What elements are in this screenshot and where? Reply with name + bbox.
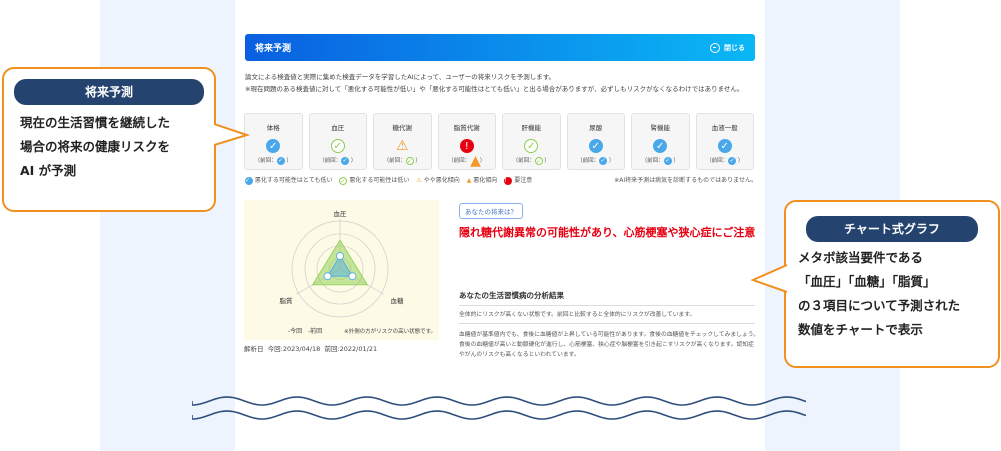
legend-item: -前回 [308,327,322,335]
card-previous: （前回：✓ ） [641,156,679,165]
intro-text: 論文による検査値と実際に集めた検査データを学習したAIによって、ユーザーの将来リ… [245,71,760,95]
check-circle-blue-icon: ✓ [717,139,732,153]
minus-circle-icon [710,42,720,53]
risk-card[interactable]: 肝機能 ✓ （前回：✓ ） [502,113,561,170]
future-bubble: あなたの将来は？ [459,203,523,219]
intro-note: ※現在問題のある検査値に対して「悪化する可能性が低い」や「悪化する可能性はとても… [245,85,744,93]
card-previous: （前回：✓ ） [577,156,615,165]
axis-label: 血糖 [391,296,405,305]
check-circle-blue-icon: ✓ [588,139,603,153]
check-circle-blue-icon: ✓ [599,156,608,165]
axis-label: 血圧 [334,209,348,218]
warning-outline-icon: ⚠ [395,138,409,154]
card-previous: （前回：✓ ） [319,156,357,165]
check-circle-green-icon: ✓ [330,139,345,153]
warning-outline-icon: ⚠ [416,177,422,185]
callout-right-pointer [750,264,788,293]
check-circle-green-icon: ✓ [339,176,348,185]
data-point [348,272,357,281]
status-legend: ✓ 悪化する可能性はとても低い ✓ 悪化する可能性は低い ⚠ やや悪化傾向 ▲ … [245,176,757,185]
card-previous: （前回：✓ ） [383,156,421,165]
card-previous: （前回：✓ ） [706,156,744,165]
close-button[interactable]: 閉じる [710,42,745,53]
check-circle-blue-icon: ✓ [266,139,281,153]
risk-cards: 体格 ✓ （前回：✓ ）血圧 ✓ （前回：✓ ）糖代謝 ⚠ （前回：✓ ）脂質代謝! （前回：… [244,113,754,170]
check-circle-blue-icon: ✓ [663,156,672,165]
analysis-detail: 血糖値が基準値内でも、食後に血糖値が上昇している可能性があります。食後の血糖値を… [459,332,759,358]
analysis-title: あなたの生活習慣病の分析結果 [459,290,755,306]
card-label: 血圧 [331,124,345,132]
exclamation-icon: ! [459,139,474,153]
callout-left: 将来予測 現在の生活習慣を継続した 場合の将来の健康リスクを AI が予測 [2,67,216,212]
warning-filled-icon: ▲ [466,177,472,185]
check-circle-green-icon: ✓ [405,156,414,165]
check-circle-blue-icon: ✓ [276,156,285,165]
card-previous: （前回：▲ ） [448,152,486,169]
risk-card[interactable]: 脂質代謝! （前回：▲ ） [437,113,496,170]
risk-card[interactable]: 血圧 ✓ （前回：✓ ） [308,113,367,170]
card-label: 脂質代謝 [453,124,480,132]
risk-card[interactable]: 血液一般 ✓ （前回：✓ ） [695,113,754,170]
axis-label: 脂質 [280,296,294,305]
callout-left-text: 現在の生活習慣を継続した 場合の将来の健康リスクを AI が予測 [20,115,171,178]
check-circle-blue-icon: ✓ [245,176,253,185]
section-header: 将来予測 閉じる [245,34,755,61]
intro-line: 論文による検査値と実際に集めた検査データを学習したAIによって、ユーザーの将来リ… [245,73,556,81]
check-circle-green-icon: ✓ [534,156,543,165]
warning-filled-icon: ▲ [470,152,481,169]
analysis-date: 解析日 今回:2023/04/18 前回:2022/01/21 [244,345,378,353]
card-previous: （前回：✓ ） [254,156,292,165]
callout-right-title: チャート式グラフ [806,216,978,242]
risk-card[interactable]: 糖代謝 ⚠ （前回：✓ ） [373,113,432,170]
check-circle-blue-icon: ✓ [653,139,668,153]
check-circle-blue-icon: ✓ [728,156,737,165]
risk-card[interactable]: 尿酸 ✓ （前回：✓ ） [566,113,625,170]
card-previous: （前回：✓ ） [512,156,550,165]
card-label: 血液一般 [711,124,738,132]
callout-right-text: メタボ該当要件である 「血圧」「血糖」「脂質」 の３項目について予測された 数値… [798,250,961,337]
callout-right: チャート式グラフ メタボ該当要件である 「血圧」「血糖」「脂質」 の３項目につい… [784,200,1000,368]
analysis-summary: 全体的にリスクが高くない状態です。前回と比較すると全体的にリスクが改善しています… [459,309,755,324]
legend-item: -今回 [288,327,302,335]
risk-card[interactable]: 体格 ✓ （前回：✓ ） [244,113,303,170]
risk-headline: 隠れ糖代謝異常の可能性があり、心筋梗塞や狭心症にご注意 [459,226,756,239]
card-label: 糖代謝 [392,124,413,132]
callout-left-pointer [214,123,250,146]
callout-left-title: 将来予測 [14,79,204,105]
risk-card[interactable]: 腎機能 ✓ （前回：✓ ） [631,113,690,170]
data-point [336,252,344,260]
radar-svg: 血圧血糖 脂質 -今回 -前回 ※外側の方がリスクの高い状態です。 [280,209,437,335]
card-label: 尿酸 [589,124,603,132]
card-label: 肝機能 [521,124,542,132]
exclamation-icon: ! [504,176,513,185]
chart-note: ※外側の方がリスクの高い状態です。 [344,327,436,335]
check-circle-green-icon: ✓ [524,139,539,153]
data-point [323,272,332,281]
wave-divider [192,396,806,420]
check-circle-blue-icon: ✓ [341,156,350,165]
radar-chart: 血圧血糖 脂質 -今回 -前回 ※外側の方がリスクの高い状態です。 [244,200,439,340]
legend-note: ※AI将来予測は病気を診断するものではありません。 [614,177,757,185]
card-label: 体格 [266,124,280,132]
card-label: 腎機能 [650,124,671,132]
section-title: 将来予測 [255,44,292,54]
